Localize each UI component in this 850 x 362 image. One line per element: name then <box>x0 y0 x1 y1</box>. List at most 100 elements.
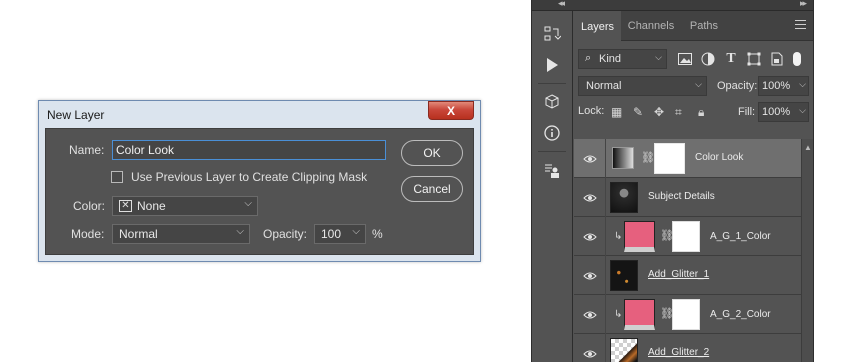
tab-channels[interactable]: Channels <box>621 11 681 41</box>
layer-name[interactable]: Subject Details <box>648 191 715 202</box>
name-input[interactable]: Color Look <box>112 140 386 160</box>
layer-name[interactable]: Add_Glitter_1 <box>648 269 709 280</box>
visibility-eye-icon[interactable] <box>583 230 597 244</box>
clipping-arrow-icon: ↳ <box>614 231 623 242</box>
3d-cube-icon[interactable] <box>541 91 563 113</box>
properties-icon[interactable] <box>541 160 563 182</box>
panel-top-strip: ◂◂ ▸▸ <box>532 0 813 11</box>
close-icon: X <box>446 103 455 118</box>
clipping-mask-checkbox[interactable] <box>111 171 123 183</box>
tab-paths[interactable]: Paths <box>681 11 727 41</box>
opacity-label: Opacity: <box>717 80 758 92</box>
layer-opacity-value: 100% <box>762 80 791 92</box>
layer-row-add-glitter-2[interactable]: Add_Glitter_2 <box>574 334 801 362</box>
mode-label: Mode: <box>71 227 105 241</box>
visibility-eye-icon[interactable] <box>583 269 597 283</box>
layers-list: ⛓︎ Color Look Subject Details ↳ ⛓︎ A_G_1… <box>574 139 813 362</box>
scroll-up-icon[interactable]: ▲ <box>804 143 812 152</box>
blend-mode-value: Normal <box>586 80 622 92</box>
layers-panel-dock: ◂◂ ▸▸ Layers Channels Paths ⌕ Kind ⌵ T N… <box>531 0 814 362</box>
smart-object-filter-icon[interactable] <box>769 51 785 67</box>
visibility-eye-icon[interactable] <box>583 347 597 361</box>
panel-tool-column <box>532 11 573 362</box>
opacity-select[interactable]: 100 ⌵ <box>314 224 366 244</box>
mode-select[interactable]: Normal ⌵ <box>112 224 250 244</box>
tool-divider <box>538 151 566 152</box>
blend-mode-select[interactable]: Normal ⌵ <box>578 76 707 96</box>
no-color-icon: ✕ <box>119 200 132 212</box>
divider <box>605 334 606 362</box>
info-icon[interactable] <box>541 122 563 144</box>
play-actions-icon[interactable] <box>541 54 563 76</box>
tool-divider <box>538 83 566 84</box>
lock-transparent-pixels-icon[interactable]: ▦ <box>611 105 622 119</box>
layers-panel: Layers Channels Paths ⌕ Kind ⌵ T Normal … <box>574 11 813 362</box>
layer-mask-thumbnail[interactable] <box>672 299 700 330</box>
panel-tab-bar: Layers Channels Paths <box>574 11 813 42</box>
solid-color-fill-thumbnail[interactable] <box>624 221 655 252</box>
opacity-value: 100 <box>321 227 342 241</box>
panel-menu-icon[interactable] <box>795 20 806 32</box>
mode-value: Normal <box>119 227 158 241</box>
layer-mask-thumbnail[interactable] <box>672 221 700 252</box>
layer-name[interactable]: Add_Glitter_2 <box>648 347 709 358</box>
filter-kind-value: Kind <box>599 53 622 65</box>
divider <box>605 295 606 334</box>
history-icon[interactable] <box>541 23 563 45</box>
layer-mask-thumbnail[interactable] <box>654 143 685 174</box>
fill-value: 100% <box>762 106 791 118</box>
lock-all-icon[interactable]: 🔒︎ <box>698 105 704 120</box>
tab-layers[interactable]: Layers <box>574 11 621 42</box>
divider <box>605 178 606 217</box>
divider <box>605 139 606 178</box>
layer-row-a-g-2-color[interactable]: ↳ ⛓︎ A_G_2_Color <box>574 295 801 334</box>
solid-color-fill-thumbnail[interactable] <box>624 299 655 330</box>
name-label: Name: <box>69 143 105 157</box>
chevron-down-icon: ⌵ <box>695 79 702 89</box>
layers-scrollbar[interactable]: ▲ <box>801 139 813 362</box>
divider <box>605 217 606 256</box>
type-filter-icon[interactable]: T <box>723 51 739 67</box>
color-value: None <box>137 199 166 213</box>
lock-position-icon[interactable]: ✥ <box>654 105 664 119</box>
link-chain-icon[interactable]: ⛓︎ <box>641 151 655 164</box>
layer-thumbnail <box>610 182 638 213</box>
layer-name[interactable]: A_G_1_Color <box>710 231 771 242</box>
layer-name[interactable]: A_G_2_Color <box>710 309 771 320</box>
chevron-down-icon: ⌵ <box>352 226 360 237</box>
chevron-down-icon: ⌵ <box>236 226 244 237</box>
collapse-right-icon[interactable]: ▸▸ <box>800 0 807 9</box>
cancel-button[interactable]: Cancel <box>401 176 463 202</box>
chevron-down-icon: ⌵ <box>799 79 806 89</box>
lock-image-pixels-icon[interactable]: ✎ <box>633 105 643 119</box>
layer-opacity-field[interactable]: 100% ⌵ <box>758 76 809 96</box>
visibility-eye-icon[interactable] <box>583 152 597 166</box>
filter-kind-select[interactable]: ⌕ Kind ⌵ <box>578 49 667 69</box>
artboard-nesting-icon[interactable]: ⌗ <box>675 105 682 120</box>
color-select[interactable]: ✕ None ⌵ <box>112 196 258 216</box>
close-button[interactable]: X <box>428 101 474 120</box>
search-icon: ⌕ <box>585 52 592 64</box>
shape-filter-icon[interactable] <box>746 51 762 67</box>
layer-row-a-g-1-color[interactable]: ↳ ⛓︎ A_G_1_Color <box>574 217 801 256</box>
layer-row-color-look[interactable]: ⛓︎ Color Look <box>574 139 801 178</box>
dialog-titlebar[interactable]: New Layer X <box>39 101 480 128</box>
chevron-down-icon: ⌵ <box>799 105 806 115</box>
ok-button[interactable]: OK <box>401 140 463 166</box>
clipping-mask-label: Use Previous Layer to Create Clipping Ma… <box>131 170 368 184</box>
gradient-map-adjustment-icon <box>612 147 634 169</box>
layer-name[interactable]: Color Look <box>695 152 743 163</box>
fill-field[interactable]: 100% ⌵ <box>758 102 809 122</box>
visibility-eye-icon[interactable] <box>583 191 597 205</box>
adjustment-filter-icon[interactable] <box>700 51 716 67</box>
layer-row-add-glitter-1[interactable]: Add_Glitter_1 <box>574 256 801 295</box>
collapse-left-icon[interactable]: ◂◂ <box>558 0 565 9</box>
visibility-eye-icon[interactable] <box>583 308 597 322</box>
fill-label: Fill: <box>738 106 756 118</box>
dialog-body: Name: Color Look OK Cancel Use Previous … <box>45 128 474 255</box>
new-layer-dialog: New Layer X Name: Color Look OK Cancel U… <box>38 100 481 262</box>
pixel-filter-icon[interactable] <box>677 51 693 67</box>
filter-toggle-switch[interactable] <box>793 52 801 66</box>
layer-row-subject-details[interactable]: Subject Details <box>574 178 801 217</box>
color-label: Color: <box>73 199 106 213</box>
